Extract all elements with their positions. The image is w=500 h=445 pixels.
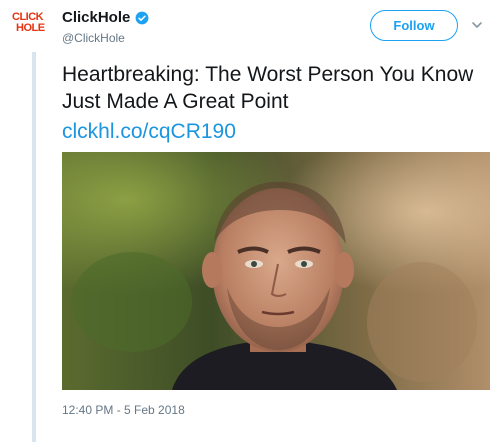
display-name[interactable]: ClickHole [62, 9, 130, 26]
clickhole-logo[interactable]: CLICK HOLE [12, 12, 56, 42]
follow-button[interactable]: Follow [370, 10, 458, 41]
chevron-down-icon[interactable] [470, 18, 484, 32]
verified-badge-icon [135, 11, 149, 24]
logo-line-2: HOLE [16, 22, 45, 34]
account-handle[interactable]: @ClickHole [62, 31, 125, 45]
tweet-photo[interactable] [62, 152, 490, 390]
account-name-row: ClickHole [62, 9, 149, 26]
tweet-timestamp[interactable]: 12:40 PM - 5 Feb 2018 [62, 403, 185, 417]
thread-line [32, 52, 36, 442]
photo-illustration [62, 152, 490, 390]
tweet-text: Heartbreaking: The Worst Person You Know… [62, 63, 474, 113]
tweet-link[interactable]: clckhl.co/cqCR190 [62, 118, 236, 145]
tweet-card: CLICK HOLE ClickHole @ClickHole Follow H… [0, 0, 500, 445]
